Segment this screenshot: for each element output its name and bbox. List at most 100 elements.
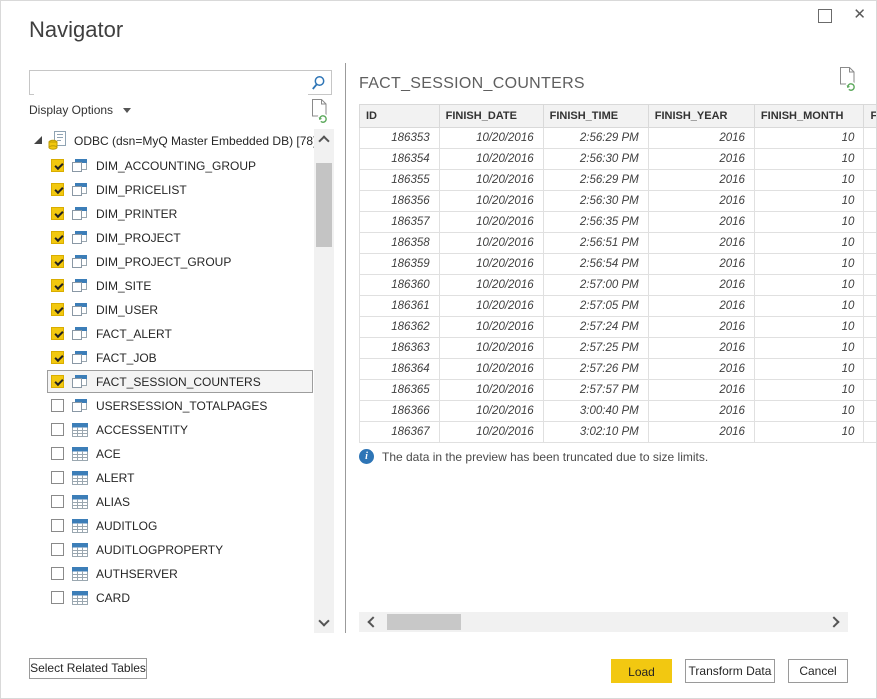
- tree-item-checkbox[interactable]: [51, 279, 64, 292]
- tree-item-checkbox[interactable]: [51, 303, 64, 316]
- preview-cell: 186362: [360, 317, 440, 338]
- preview-row: 18635910/20/20162:56:54 PM201610: [360, 254, 877, 275]
- table-icon: [72, 519, 88, 533]
- tree-item[interactable]: ACE: [47, 442, 313, 465]
- preview-cell: 10: [754, 422, 864, 443]
- search-box: [29, 70, 332, 95]
- tree-item-checkbox[interactable]: [51, 207, 64, 220]
- preview-cell: 10/20/2016: [439, 401, 543, 422]
- table-icon: [72, 471, 88, 485]
- tree-item[interactable]: AUDITLOG: [47, 514, 313, 537]
- tree-vertical-scrollbar[interactable]: [314, 129, 334, 633]
- tree-item-checkbox[interactable]: [51, 591, 64, 604]
- tree-item[interactable]: DIM_SITE: [47, 274, 313, 297]
- view-icon: [72, 278, 88, 293]
- tree-item[interactable]: DIM_USER: [47, 298, 313, 321]
- view-icon: [72, 254, 88, 269]
- close-icon[interactable]: ✕: [853, 5, 866, 25]
- preview-cell: [864, 401, 876, 422]
- preview-row: 18635410/20/20162:56:30 PM201610: [360, 149, 877, 170]
- display-options-dropdown[interactable]: Display Options: [29, 103, 131, 117]
- tree-item[interactable]: ALERT: [47, 466, 313, 489]
- refresh-preview-icon[interactable]: [309, 98, 330, 129]
- preview-cell: 10: [754, 401, 864, 422]
- select-related-tables-button[interactable]: Select Related Tables: [29, 658, 147, 679]
- restore-window-icon[interactable]: [818, 9, 832, 23]
- tree-item-checkbox[interactable]: [51, 471, 64, 484]
- tree-item[interactable]: FACT_SESSION_COUNTERS: [47, 370, 313, 393]
- tree-item-label: DIM_PRINTER: [96, 207, 177, 221]
- preview-horizontal-scrollbar[interactable]: [359, 612, 848, 632]
- tree-item-checkbox[interactable]: [51, 255, 64, 268]
- tree-item-checkbox[interactable]: [51, 495, 64, 508]
- tree-item[interactable]: CARD: [47, 586, 313, 609]
- preview-column-header: FINISH: [864, 105, 876, 128]
- tree-item-checkbox[interactable]: [51, 183, 64, 196]
- preview-cell: 186354: [360, 149, 440, 170]
- tree-item[interactable]: ALIAS: [47, 490, 313, 513]
- tree-item-checkbox[interactable]: [51, 399, 64, 412]
- preview-cell: 186358: [360, 233, 440, 254]
- vertical-scrollbar-thumb[interactable]: [316, 163, 332, 247]
- tree-item[interactable]: USERSESSION_TOTALPAGES: [47, 394, 313, 417]
- horizontal-scrollbar-thumb[interactable]: [387, 614, 461, 630]
- tree-item-checkbox[interactable]: [51, 327, 64, 340]
- preview-cell: 2:57:25 PM: [543, 338, 648, 359]
- load-button[interactable]: Load: [611, 659, 672, 683]
- tree-item-label: DIM_PRICELIST: [96, 183, 187, 197]
- search-icon[interactable]: [311, 75, 326, 96]
- tree-item[interactable]: DIM_PROJECT_GROUP: [47, 250, 313, 273]
- preview-cell: [864, 254, 876, 275]
- tree-item-label: AUDITLOGPROPERTY: [96, 543, 223, 557]
- tree-item[interactable]: DIM_PRINTER: [47, 202, 313, 225]
- preview-cell: 10/20/2016: [439, 359, 543, 380]
- preview-cell: 10: [754, 254, 864, 275]
- preview-cell: 2016: [648, 128, 754, 149]
- scroll-up-icon[interactable]: [318, 135, 329, 146]
- preview-cell: 10/20/2016: [439, 191, 543, 212]
- preview-cell: 10: [754, 233, 864, 254]
- preview-cell: 10/20/2016: [439, 254, 543, 275]
- preview-row: 18636310/20/20162:57:25 PM201610: [360, 338, 877, 359]
- tree-item[interactable]: AUTHSERVER: [47, 562, 313, 585]
- tree-item[interactable]: DIM_PRICELIST: [47, 178, 313, 201]
- scroll-right-icon[interactable]: [828, 616, 839, 627]
- tree-item-checkbox[interactable]: [51, 567, 64, 580]
- preview-column-header: ID: [360, 105, 440, 128]
- tree-item-checkbox[interactable]: [51, 375, 64, 388]
- view-icon: [72, 326, 88, 341]
- expander-icon[interactable]: [34, 136, 42, 144]
- tree-item-checkbox[interactable]: [51, 423, 64, 436]
- tree-item-checkbox[interactable]: [51, 231, 64, 244]
- tree-item[interactable]: FACT_ALERT: [47, 322, 313, 345]
- search-input[interactable]: [34, 72, 308, 95]
- preview-cell: 186353: [360, 128, 440, 149]
- refresh-preview-icon[interactable]: [837, 66, 858, 97]
- tree-item[interactable]: ACCESSENTITY: [47, 418, 313, 441]
- tree-item[interactable]: DIM_PROJECT: [47, 226, 313, 249]
- tree-item-checkbox[interactable]: [51, 351, 64, 364]
- table-icon: [72, 567, 88, 581]
- tree-item-checkbox[interactable]: [51, 159, 64, 172]
- tree-item-checkbox[interactable]: [51, 447, 64, 460]
- preview-cell: 10/20/2016: [439, 128, 543, 149]
- cancel-button[interactable]: Cancel: [788, 659, 848, 683]
- tree-item-label: ALIAS: [96, 495, 130, 509]
- scroll-left-icon[interactable]: [367, 616, 378, 627]
- transform-data-button[interactable]: Transform Data: [685, 659, 775, 683]
- tree-item[interactable]: AUDITLOGPROPERTY: [47, 538, 313, 561]
- tree-root-odbc[interactable]: ODBC (dsn=MyQ Master Embedded DB) [78]: [29, 128, 315, 153]
- preview-cell: 186367: [360, 422, 440, 443]
- preview-cell: 10: [754, 191, 864, 212]
- preview-cell: 10: [754, 128, 864, 149]
- preview-row: 18635510/20/20162:56:29 PM201610: [360, 170, 877, 191]
- tree-item-label: FACT_SESSION_COUNTERS: [96, 375, 261, 389]
- preview-cell: [864, 296, 876, 317]
- tree-item[interactable]: FACT_JOB: [47, 346, 313, 369]
- tree-item[interactable]: DIM_ACCOUNTING_GROUP: [47, 154, 313, 177]
- tree-item-checkbox[interactable]: [51, 543, 64, 556]
- tree-item-checkbox[interactable]: [51, 519, 64, 532]
- preview-cell: 10: [754, 149, 864, 170]
- preview-cell: 10: [754, 296, 864, 317]
- scroll-down-icon[interactable]: [318, 615, 329, 626]
